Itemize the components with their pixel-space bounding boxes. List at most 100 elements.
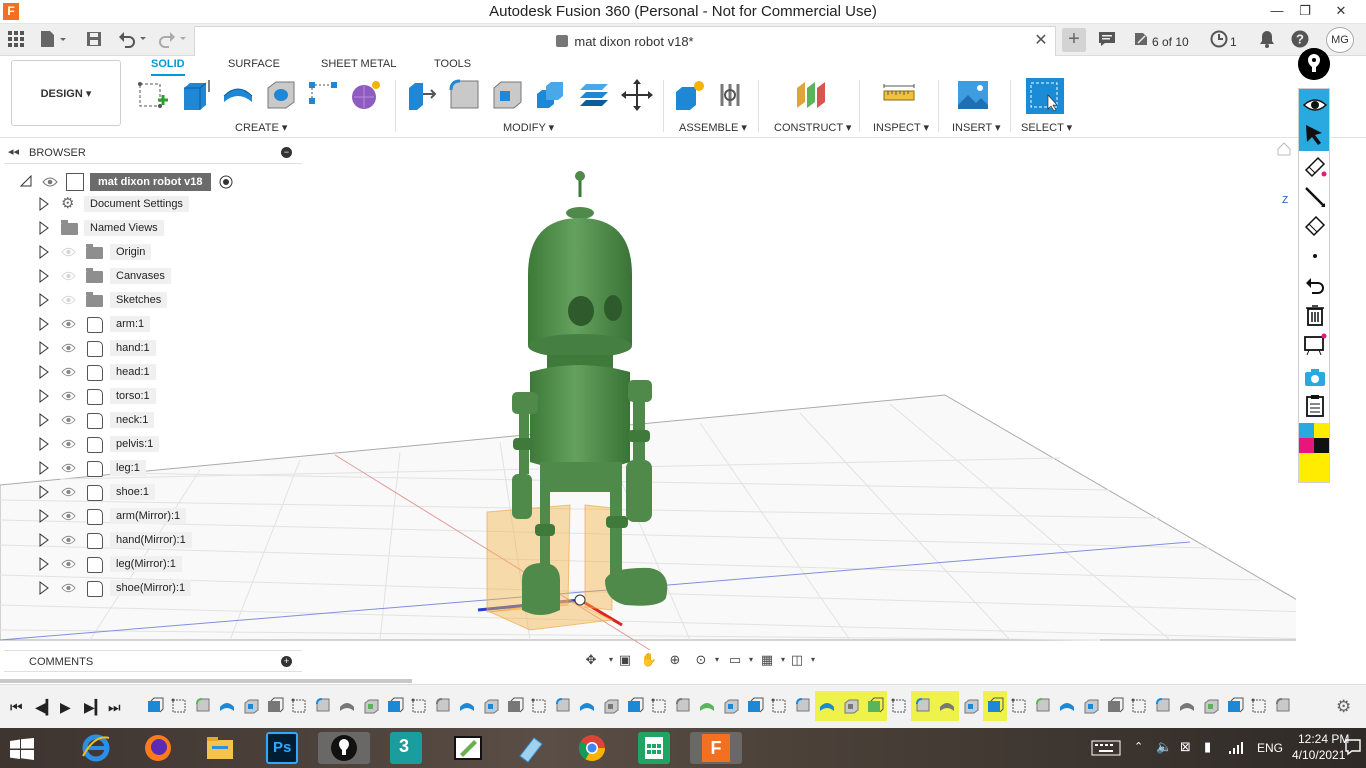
timeline-feature-icon[interactable] <box>1082 697 1100 715</box>
fit-dropdown-icon[interactable]: ▾ <box>708 652 726 668</box>
timeline-feature-icon[interactable] <box>650 697 668 715</box>
timeline-feature-icon[interactable] <box>818 697 836 715</box>
timeline-feature-icon[interactable] <box>482 697 500 715</box>
jobs-counter[interactable]: 6 of 10 <box>1152 32 1189 52</box>
browser-item[interactable]: arm:1 <box>0 315 300 335</box>
timeline-feature-icon[interactable] <box>1154 697 1172 715</box>
hole-icon[interactable] <box>264 78 298 112</box>
minimize-button[interactable]: — <box>1262 0 1292 24</box>
camera-icon[interactable] <box>1303 365 1327 389</box>
user-avatar[interactable]: MG <box>1326 27 1354 53</box>
timeline-feature-icon[interactable] <box>674 697 692 715</box>
browser-item[interactable]: head:1 <box>0 363 300 383</box>
cursor-icon[interactable] <box>1303 123 1327 147</box>
browser-item[interactable]: shoe:1 <box>0 483 300 503</box>
timeline-feature-icon[interactable] <box>626 697 644 715</box>
timeline-feature-icon[interactable] <box>698 697 716 715</box>
new-tab-button[interactable]: + <box>1062 28 1086 52</box>
browser-item[interactable]: Named Views <box>0 219 300 239</box>
joint-icon[interactable] <box>716 78 750 112</box>
screen-draw-pen-icon[interactable] <box>1298 48 1330 80</box>
timeline-feature-icon[interactable] <box>1226 697 1244 715</box>
timeline-feature-icon[interactable] <box>1274 697 1292 715</box>
collapse-arrow-icon[interactable] <box>20 175 32 187</box>
collapse-panel-icon[interactable]: ◂◂ <box>8 145 19 158</box>
clock-time[interactable]: 12:24 PM <box>1298 732 1349 746</box>
visibility-eye-icon[interactable] <box>61 535 76 545</box>
timeline-feature-icon[interactable] <box>938 697 956 715</box>
expand-arrow-icon[interactable] <box>38 317 50 331</box>
assemble-menu[interactable]: ASSEMBLE ▾ <box>679 121 747 134</box>
expand-arrow-icon[interactable] <box>38 533 50 547</box>
clipboard-icon[interactable] <box>1303 393 1327 417</box>
pattern-icon[interactable] <box>307 78 341 112</box>
browser-item[interactable]: hand:1 <box>0 339 300 359</box>
browser-item[interactable]: Canvases <box>0 267 300 287</box>
move-icon[interactable] <box>620 78 654 112</box>
combine-icon[interactable] <box>534 78 568 112</box>
measure-icon[interactable] <box>882 78 916 112</box>
visibility-eye-icon[interactable] <box>61 271 76 281</box>
visibility-eye-icon[interactable] <box>42 177 58 187</box>
timeline-feature-icon[interactable] <box>314 697 332 715</box>
browser-item[interactable]: torso:1 <box>0 387 300 407</box>
selected-color-swatch[interactable] <box>1299 453 1329 482</box>
keyboard-icon[interactable] <box>1091 740 1121 756</box>
timeline-feature-icon[interactable] <box>242 697 260 715</box>
timeline-feature-icon[interactable] <box>266 697 284 715</box>
3ds-max-icon[interactable]: 3 <box>390 732 422 764</box>
expand-arrow-icon[interactable] <box>38 389 50 403</box>
timeline-feature-icon[interactable] <box>866 697 884 715</box>
timeline-feature-icon[interactable] <box>290 697 308 715</box>
add-comment-icon[interactable]: + <box>281 656 292 667</box>
create-menu[interactable]: CREATE ▾ <box>235 121 287 134</box>
sketchbook-icon[interactable] <box>452 732 484 764</box>
file-explorer-icon[interactable] <box>204 732 236 764</box>
grid-menu-icon[interactable] <box>8 31 24 51</box>
expand-arrow-icon[interactable] <box>38 269 50 283</box>
expand-arrow-icon[interactable] <box>38 557 50 571</box>
orbit-icon[interactable]: ✥ <box>582 652 600 668</box>
timeline-feature-icon[interactable] <box>1178 697 1196 715</box>
browser-item[interactable]: hand(Mirror):1 <box>0 531 300 551</box>
eraser-icon[interactable] <box>1303 213 1327 237</box>
timeline-prev-icon[interactable]: ◀▎ <box>35 699 57 715</box>
browser-item[interactable]: pelvis:1 <box>0 435 300 455</box>
visibility-eye-icon[interactable] <box>61 295 76 305</box>
timeline-feature-icon[interactable] <box>146 697 164 715</box>
offset-faces-icon[interactable] <box>577 78 611 112</box>
calculator-icon[interactable] <box>638 732 670 764</box>
timeline-feature-icon[interactable] <box>458 697 476 715</box>
sticky-app-icon[interactable] <box>514 732 546 764</box>
expand-arrow-icon[interactable] <box>38 437 50 451</box>
fusion-360-taskbar-icon[interactable]: F <box>690 732 742 764</box>
viewports-dropdown-icon[interactable]: ▾ <box>804 652 822 668</box>
whiteboard-icon[interactable] <box>1303 333 1327 357</box>
expand-arrow-icon[interactable] <box>38 509 50 523</box>
visibility-eye-icon[interactable] <box>61 367 76 377</box>
workspace-switcher[interactable]: DESIGN ▾ <box>11 60 121 126</box>
extrude-icon[interactable] <box>179 78 213 112</box>
epic-pen-app-icon[interactable] <box>318 732 370 764</box>
create-form-icon[interactable] <box>349 78 383 112</box>
clock-icon[interactable] <box>1210 30 1228 50</box>
expand-arrow-icon[interactable] <box>38 365 50 379</box>
pan-icon[interactable]: ✋ <box>640 652 658 668</box>
select-icon[interactable] <box>1026 78 1064 114</box>
inspect-menu[interactable]: INSPECT ▾ <box>873 121 929 134</box>
photoshop-icon[interactable]: Ps <box>266 732 298 764</box>
expand-arrow-icon[interactable] <box>38 581 50 595</box>
timeline-feature-icon[interactable] <box>410 697 428 715</box>
expand-arrow-icon[interactable] <box>38 197 50 211</box>
signal-icon[interactable] <box>1228 741 1244 755</box>
browser-root-item[interactable]: mat dixon robot v18 <box>0 171 300 193</box>
action-center-icon[interactable] <box>1344 738 1362 756</box>
timeline-feature-icon[interactable] <box>986 697 1004 715</box>
expand-arrow-icon[interactable] <box>38 413 50 427</box>
browser-item[interactable]: neck:1 <box>0 411 300 431</box>
volume-icon[interactable]: 🔈 <box>1156 739 1172 755</box>
visibility-eye-icon[interactable] <box>61 583 76 593</box>
new-component-icon[interactable] <box>673 78 707 112</box>
visibility-eye-icon[interactable] <box>61 463 76 473</box>
pen-tool-icon[interactable] <box>1303 155 1327 179</box>
